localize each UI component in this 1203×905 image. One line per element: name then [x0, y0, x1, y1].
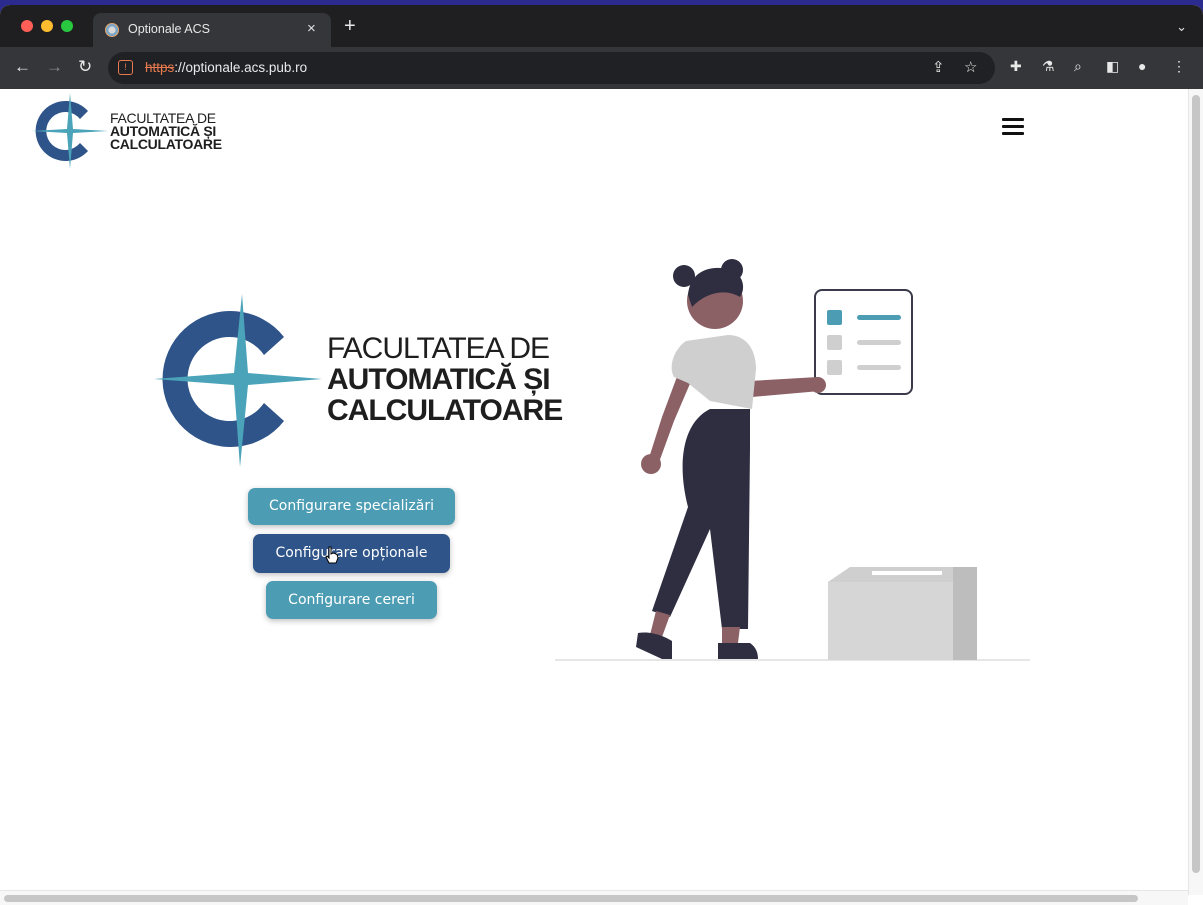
close-window-button[interactable] — [21, 20, 33, 32]
zoom-window-button[interactable] — [61, 20, 73, 32]
horizontal-scrollbar[interactable] — [0, 890, 1188, 905]
horizontal-scroll-thumb[interactable] — [4, 895, 1138, 902]
vertical-scrollbar[interactable] — [1188, 89, 1203, 895]
forward-icon[interactable]: → — [46, 57, 63, 77]
header-logo[interactable]: FACULTATEA DE AUTOMATICĂ ȘI CALCULATOARE — [30, 91, 222, 171]
vertical-scroll-thumb[interactable] — [1192, 95, 1200, 873]
labs-icon[interactable]: ⚗ — [1042, 58, 1055, 75]
voting-woman-illustration — [555, 259, 1030, 661]
extensions-icon[interactable]: ✚ — [1010, 58, 1022, 75]
tab-close-icon[interactable]: × — [307, 20, 316, 38]
hand-cursor-icon — [325, 546, 339, 564]
browser-window: Optionale ACS × + ⌄ ← → ↻ ! https://opti… — [0, 5, 1203, 905]
not-secure-icon[interactable]: ! — [118, 60, 133, 75]
side-panel-icon[interactable]: ◧ — [1106, 58, 1119, 75]
url-text[interactable]: https://optionale.acs.pub.ro — [145, 60, 307, 75]
header-logo-text: FACULTATEA DE AUTOMATICĂ ȘI CALCULATOARE — [110, 111, 222, 152]
back-icon[interactable]: ← — [14, 57, 31, 77]
hero-logo-line3: CALCULATOARE — [327, 394, 563, 427]
hamburger-menu-icon[interactable] — [1002, 118, 1024, 136]
faculty-logo-large-icon — [154, 294, 322, 467]
configurare-cereri-button[interactable]: Configurare cereri — [266, 581, 437, 619]
menu-icon[interactable]: ⋮ — [1172, 58, 1186, 75]
tab-optionale[interactable]: Optionale ACS × — [93, 13, 331, 47]
favicon-icon — [105, 23, 119, 37]
search-icon[interactable]: ⌕ — [1074, 58, 1082, 75]
faculty-logo-icon — [32, 93, 108, 169]
bookmark-star-icon[interactable]: ☆ — [964, 58, 977, 76]
reload-icon[interactable]: ↻ — [78, 57, 92, 77]
configurare-specializari-button[interactable]: Configurare specializări — [248, 488, 455, 525]
address-bar[interactable]: ! https://optionale.acs.pub.ro ⇪ ☆ — [108, 52, 995, 84]
url-host: ://optionale.acs.pub.ro — [174, 60, 308, 75]
browser-toolbar: ← → ↻ ! https://optionale.acs.pub.ro ⇪ ☆… — [0, 47, 1203, 89]
tab-title: Optionale ACS — [128, 22, 210, 36]
new-tab-icon[interactable]: + — [344, 16, 356, 36]
hero-logo-line1: FACULTATEA DE — [327, 332, 550, 365]
hero-logo-text: FACULTATEA DE AUTOMATICĂ ȘI CALCULATOARE — [327, 332, 563, 427]
profile-icon[interactable]: ● — [1138, 58, 1146, 74]
configurare-optionale-button[interactable]: Configurare opționale — [253, 534, 450, 573]
tab-bar: Optionale ACS × + ⌄ — [0, 5, 1203, 47]
hero-logo: FACULTATEA DE AUTOMATICĂ ȘI CALCULATOARE — [152, 289, 572, 469]
share-icon[interactable]: ⇪ — [932, 58, 945, 76]
header-logo-line3: CALCULATOARE — [110, 136, 222, 152]
hero-logo-line2: AUTOMATICĂ ȘI — [327, 363, 551, 396]
minimize-window-button[interactable] — [41, 20, 53, 32]
url-scheme: https — [145, 60, 175, 75]
page-viewport: FACULTATEA DE AUTOMATICĂ ȘI CALCULATOARE… — [0, 89, 1188, 895]
tab-search-icon[interactable]: ⌄ — [1176, 19, 1187, 35]
